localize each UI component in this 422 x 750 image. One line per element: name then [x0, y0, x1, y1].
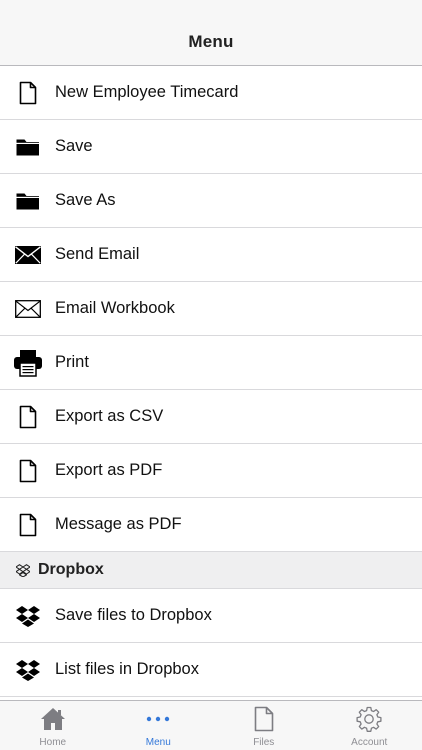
document-icon [0, 444, 55, 498]
home-icon [40, 705, 66, 733]
printer-icon [0, 336, 55, 390]
tab-menu[interactable]: Menu [106, 701, 212, 750]
menu-item-send-email[interactable]: Send Email [0, 228, 422, 282]
menu-item-list-dropbox-files[interactable]: List files in Dropbox [0, 643, 422, 697]
document-icon [0, 390, 55, 444]
menu-item-label: New Employee Timecard [55, 83, 239, 101]
dropbox-list: Save files to Dropbox List files in Drop… [0, 589, 422, 697]
menu-item-message-pdf[interactable]: Message as PDF [0, 498, 422, 552]
menu-item-print[interactable]: Print [0, 336, 422, 390]
dropbox-icon [0, 589, 55, 643]
tab-bar: Home Menu Files Account [0, 700, 422, 750]
menu-item-email-workbook[interactable]: Email Workbook [0, 282, 422, 336]
tab-label: Menu [145, 737, 171, 748]
tab-label: Files [253, 737, 275, 748]
menu-item-label: List files in Dropbox [55, 660, 199, 678]
menu-item-save-to-dropbox[interactable]: Save files to Dropbox [0, 589, 422, 643]
tab-label: Home [39, 737, 67, 748]
document-icon [0, 498, 55, 552]
folder-icon [0, 174, 55, 228]
menu-item-label: Save [55, 137, 93, 155]
tab-home[interactable]: Home [0, 701, 106, 750]
menu-item-export-pdf[interactable]: Export as PDF [0, 444, 422, 498]
menu-item-label: Export as PDF [55, 461, 163, 479]
menu-item-label: Message as PDF [55, 515, 182, 533]
dropbox-outline-icon [0, 563, 38, 577]
envelope-outline-icon [0, 282, 55, 336]
menu-item-label: Print [55, 353, 89, 371]
menu-item-label: Save As [55, 191, 116, 209]
file-icon [254, 705, 274, 733]
page-title: Menu [188, 32, 234, 51]
tab-account[interactable]: Account [317, 701, 422, 750]
document-icon [0, 66, 55, 120]
menu-item-label: Email Workbook [55, 299, 175, 317]
menu-item-new-employee-timecard[interactable]: New Employee Timecard [0, 66, 422, 120]
menu-item-label: Save files to Dropbox [55, 606, 212, 624]
dropbox-section-header: Dropbox [0, 552, 422, 589]
folder-icon [0, 120, 55, 174]
menu-item-label: Export as CSV [55, 407, 164, 425]
menu-item-save-as[interactable]: Save As [0, 174, 422, 228]
gear-icon [356, 705, 382, 733]
menu-item-label: Send Email [55, 245, 140, 263]
dropbox-icon [0, 643, 55, 697]
tab-label: Account [351, 737, 388, 748]
menu-list: New Employee Timecard Save Save As Send … [0, 66, 422, 697]
section-title: Dropbox [38, 561, 104, 578]
envelope-filled-icon [0, 228, 55, 282]
menu-item-save[interactable]: Save [0, 120, 422, 174]
navigation-bar: Menu [0, 0, 422, 66]
more-dots-icon [145, 705, 171, 733]
tab-files[interactable]: Files [211, 701, 317, 750]
menu-item-export-csv[interactable]: Export as CSV [0, 390, 422, 444]
